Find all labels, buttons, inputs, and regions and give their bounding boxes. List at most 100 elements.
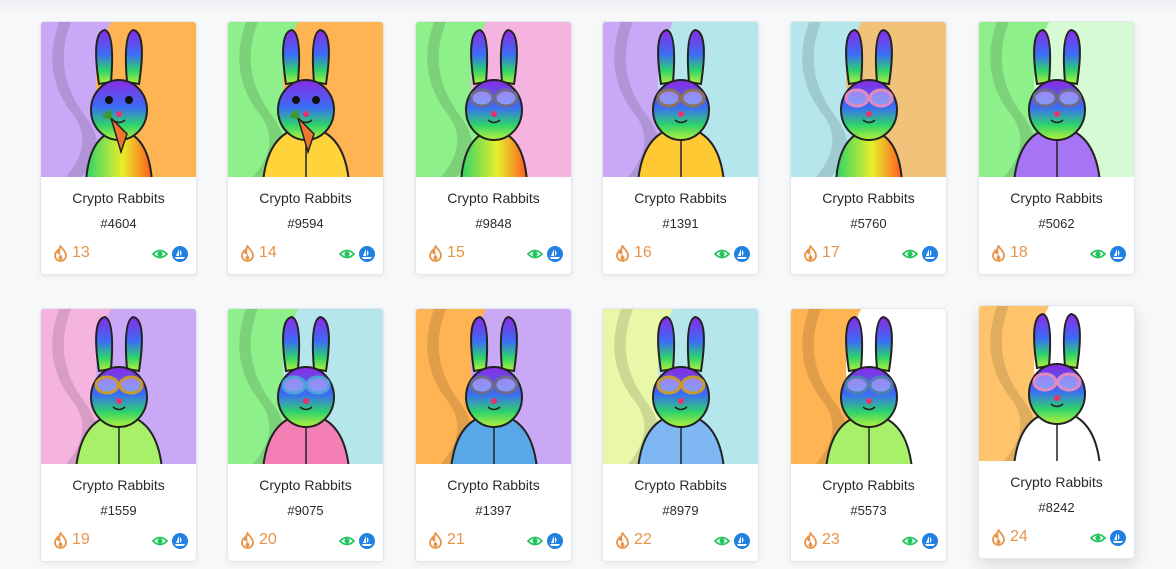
like-count: 16 xyxy=(634,244,652,261)
flame-icon xyxy=(991,528,1006,546)
like-count: 22 xyxy=(634,531,652,548)
nft-card[interactable]: Crypto Rabbits #1391 16 xyxy=(602,21,759,275)
flame-icon xyxy=(615,531,630,549)
nft-card[interactable]: Crypto Rabbits #5573 23 xyxy=(790,308,947,562)
eye-icon[interactable] xyxy=(902,246,918,262)
nft-collection-name: Crypto Rabbits xyxy=(447,190,540,206)
nft-collection-name: Crypto Rabbits xyxy=(259,477,352,493)
opensea-ship-icon[interactable] xyxy=(359,246,375,262)
like-counter[interactable]: 16 xyxy=(615,244,652,262)
like-counter[interactable]: 23 xyxy=(803,531,840,549)
nft-collection-name: Crypto Rabbits xyxy=(1010,190,1103,206)
nft-token-id: #5760 xyxy=(850,216,887,231)
card-actions xyxy=(152,533,188,549)
nft-collection-name: Crypto Rabbits xyxy=(259,190,352,206)
opensea-ship-icon[interactable] xyxy=(734,246,750,262)
like-counter[interactable]: 21 xyxy=(428,531,465,549)
card-actions xyxy=(339,533,375,549)
nft-image[interactable] xyxy=(228,309,383,464)
nft-token-id: #9075 xyxy=(287,503,324,518)
card-actions xyxy=(152,246,188,262)
like-count: 15 xyxy=(447,244,465,261)
eye-icon[interactable] xyxy=(339,533,355,549)
like-count: 24 xyxy=(1010,528,1028,545)
like-counter[interactable]: 18 xyxy=(991,244,1028,262)
nft-image[interactable] xyxy=(791,309,946,464)
nft-token-id: #8242 xyxy=(1038,500,1075,515)
card-actions xyxy=(1090,530,1126,546)
nft-card[interactable]: Crypto Rabbits #9594 14 xyxy=(227,21,384,275)
nft-image[interactable] xyxy=(41,309,196,464)
nft-collection-name: Crypto Rabbits xyxy=(634,190,727,206)
like-counter[interactable]: 24 xyxy=(991,528,1028,546)
like-counter[interactable]: 19 xyxy=(53,531,90,549)
nft-token-id: #9594 xyxy=(287,216,324,231)
flame-icon xyxy=(240,531,255,549)
card-actions xyxy=(1090,246,1126,262)
nft-card[interactable]: Crypto Rabbits #9075 20 xyxy=(227,308,384,562)
opensea-ship-icon[interactable] xyxy=(172,246,188,262)
opensea-ship-icon[interactable] xyxy=(547,246,563,262)
nft-image[interactable] xyxy=(603,309,758,464)
nft-token-id: #8979 xyxy=(662,503,699,518)
opensea-ship-icon[interactable] xyxy=(172,533,188,549)
like-counter[interactable]: 13 xyxy=(53,244,90,262)
flame-icon xyxy=(615,244,630,262)
nft-image[interactable] xyxy=(416,22,571,177)
eye-icon[interactable] xyxy=(714,246,730,262)
flame-icon xyxy=(803,531,818,549)
nft-image[interactable] xyxy=(979,22,1134,177)
eye-icon[interactable] xyxy=(527,533,543,549)
eye-icon[interactable] xyxy=(1090,246,1106,262)
like-count: 23 xyxy=(822,531,840,548)
nft-card[interactable]: Crypto Rabbits #4604 13 xyxy=(40,21,197,275)
eye-icon[interactable] xyxy=(1090,530,1106,546)
nft-card[interactable]: Crypto Rabbits #8242 24 xyxy=(978,305,1135,559)
nft-token-id: #5062 xyxy=(1038,216,1075,231)
card-actions xyxy=(714,246,750,262)
nft-image[interactable] xyxy=(791,22,946,177)
nft-token-id: #9848 xyxy=(475,216,512,231)
nft-card[interactable]: Crypto Rabbits #8979 22 xyxy=(602,308,759,562)
eye-icon[interactable] xyxy=(714,533,730,549)
like-counter[interactable]: 15 xyxy=(428,244,465,262)
opensea-ship-icon[interactable] xyxy=(1110,530,1126,546)
nft-token-id: #1559 xyxy=(100,503,137,518)
eye-icon[interactable] xyxy=(152,533,168,549)
nft-card[interactable]: Crypto Rabbits #5760 17 xyxy=(790,21,947,275)
nft-card[interactable]: Crypto Rabbits #1559 19 xyxy=(40,308,197,562)
like-count: 19 xyxy=(72,531,90,548)
eye-icon[interactable] xyxy=(902,533,918,549)
opensea-ship-icon[interactable] xyxy=(734,533,750,549)
nft-image[interactable] xyxy=(41,22,196,177)
nft-card[interactable]: Crypto Rabbits #1397 21 xyxy=(415,308,572,562)
opensea-ship-icon[interactable] xyxy=(359,533,375,549)
flame-icon xyxy=(53,244,68,262)
nft-collection-name: Crypto Rabbits xyxy=(822,190,915,206)
opensea-ship-icon[interactable] xyxy=(922,533,938,549)
nft-card[interactable]: Crypto Rabbits #9848 15 xyxy=(415,21,572,275)
flame-icon xyxy=(428,244,443,262)
like-counter[interactable]: 17 xyxy=(803,244,840,262)
card-actions xyxy=(527,533,563,549)
like-counter[interactable]: 22 xyxy=(615,531,652,549)
nft-card[interactable]: Crypto Rabbits #5062 18 xyxy=(978,21,1135,275)
like-counter[interactable]: 14 xyxy=(240,244,277,262)
opensea-ship-icon[interactable] xyxy=(922,246,938,262)
nft-token-id: #1397 xyxy=(475,503,512,518)
nft-image[interactable] xyxy=(603,22,758,177)
like-counter[interactable]: 20 xyxy=(240,531,277,549)
eye-icon[interactable] xyxy=(339,246,355,262)
nft-collection-name: Crypto Rabbits xyxy=(72,477,165,493)
nft-image[interactable] xyxy=(979,306,1134,461)
eye-icon[interactable] xyxy=(152,246,168,262)
nft-token-id: #5573 xyxy=(850,503,887,518)
nft-collection-name: Crypto Rabbits xyxy=(447,477,540,493)
eye-icon[interactable] xyxy=(527,246,543,262)
nft-collection-name: Crypto Rabbits xyxy=(72,190,165,206)
like-count: 14 xyxy=(259,244,277,261)
opensea-ship-icon[interactable] xyxy=(1110,246,1126,262)
opensea-ship-icon[interactable] xyxy=(547,533,563,549)
nft-image[interactable] xyxy=(228,22,383,177)
nft-image[interactable] xyxy=(416,309,571,464)
